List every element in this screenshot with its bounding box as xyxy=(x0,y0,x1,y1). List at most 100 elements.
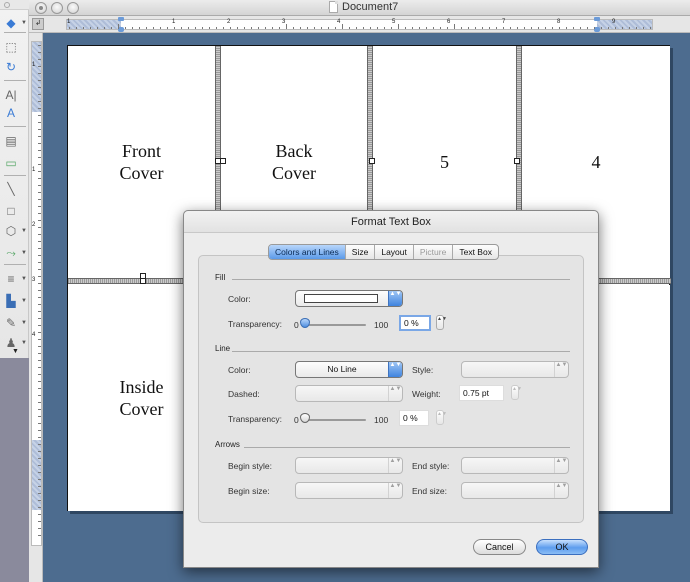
ruler-tick xyxy=(615,27,616,29)
ruler-tick xyxy=(181,27,182,29)
ruler-tick xyxy=(38,262,41,263)
fill-section-label: Fill xyxy=(215,273,226,282)
popup-arrows-icon: ▲▼ xyxy=(554,458,568,473)
tab-colors-and-lines[interactable]: Colors and Lines xyxy=(269,245,346,259)
ruler-number: 6 xyxy=(447,19,451,25)
ruler-tick xyxy=(328,27,329,29)
ruler-number: 2 xyxy=(227,19,231,25)
tab-layout[interactable]: Layout xyxy=(375,245,414,259)
ruler-tick xyxy=(38,255,41,256)
ruler-tick xyxy=(342,24,343,29)
ruler-tick xyxy=(412,27,413,29)
tool-insert-image-button[interactable]: ▭ xyxy=(3,154,27,172)
line-weight-field[interactable]: 0.75 pt xyxy=(459,385,504,401)
selection-handle[interactable] xyxy=(140,278,146,284)
arrows-section-label: Arrows xyxy=(215,440,240,449)
toolbox-titlebar[interactable] xyxy=(0,0,29,10)
dropdown-arrow-icon[interactable]: ▼ xyxy=(21,276,27,282)
selection-handle[interactable] xyxy=(514,158,520,164)
tab-size[interactable]: Size xyxy=(346,245,376,259)
line-weight-stepper: ▲▼ xyxy=(511,385,522,400)
dropdown-arrow-icon[interactable]: ▼ xyxy=(21,228,27,234)
vertical-ruler[interactable]: 1 1 2 3 4 xyxy=(31,41,42,546)
dropdown-arrow-icon[interactable]: ▼ xyxy=(21,250,27,256)
tool-wordart-button[interactable]: A xyxy=(3,104,27,122)
tool-rotate-button[interactable]: ↻ xyxy=(3,58,27,76)
begin-size-label: Begin size: xyxy=(228,486,270,496)
fill-transparency-slider[interactable] xyxy=(304,324,366,326)
ruler-tick xyxy=(202,27,203,29)
toolbox-separator xyxy=(4,32,26,33)
ruler-tick xyxy=(230,27,231,29)
tool-line-color-button[interactable]: ✎ ▼ xyxy=(3,314,27,332)
ruler-tick xyxy=(38,178,41,179)
ruler-tick xyxy=(38,115,41,116)
line-style-popup: ▲▼ xyxy=(461,361,569,378)
ruler-tick xyxy=(223,27,224,29)
fill-transparency-field[interactable]: 0 % xyxy=(399,315,431,331)
horizontal-ruler[interactable]: 1 1 2 3 4 5 6 7 8 9 xyxy=(66,17,653,32)
ruler-tick xyxy=(195,27,196,29)
ruler-tick xyxy=(38,234,41,235)
line-transparency-field[interactable]: 0 % xyxy=(399,410,429,426)
dropdown-arrow-icon[interactable]: ▼ xyxy=(21,320,27,326)
dropdown-arrow-icon[interactable]: ▼ xyxy=(21,20,27,26)
ruler-number: 1 xyxy=(67,19,71,25)
ruler-tick xyxy=(97,27,98,29)
toolbox-separator xyxy=(4,264,26,265)
tool-rectangle-button[interactable]: □ xyxy=(3,202,27,220)
selection-handle[interactable] xyxy=(220,158,226,164)
ruler-tick xyxy=(38,374,41,375)
cancel-button[interactable]: Cancel xyxy=(473,539,526,555)
toolbox-more-icon[interactable]: ▼ xyxy=(12,348,19,355)
ruler-tick xyxy=(118,24,119,29)
ruler-tick xyxy=(216,27,217,29)
tool-select-objects-button[interactable]: ⬚ xyxy=(3,38,27,56)
toolbox-close-button[interactable] xyxy=(4,2,10,8)
dropdown-arrow-icon[interactable]: ▼ xyxy=(21,298,27,304)
ruler-tick xyxy=(363,27,364,29)
tool-text-box-button[interactable]: A| xyxy=(3,86,27,104)
fill-color-popup[interactable]: ▲▼ xyxy=(295,290,403,307)
tool-connector-button[interactable]: ⤳ ▼ xyxy=(3,244,27,262)
ruler-number: 1 xyxy=(32,167,36,173)
ruler-tick xyxy=(38,227,41,228)
ok-button[interactable]: OK xyxy=(536,539,588,555)
ruler-tick xyxy=(167,27,168,29)
ruler-tick xyxy=(38,409,41,410)
close-window-button[interactable] xyxy=(35,2,47,14)
tool-shapes-button[interactable]: ⬡ ▼ xyxy=(3,222,27,240)
minimize-window-button[interactable] xyxy=(51,2,63,14)
toolbox-separator xyxy=(4,175,26,176)
select-objects-icon: ⬚ xyxy=(5,40,17,54)
right-indent-marker[interactable] xyxy=(594,17,600,32)
ruler-number: 4 xyxy=(337,19,341,25)
popup-arrows-icon: ▲▼ xyxy=(554,483,568,498)
ruler-number: 7 xyxy=(502,19,506,25)
ruler-tick xyxy=(38,535,41,536)
tool-insert-picture-button[interactable]: ▤ xyxy=(3,132,27,150)
tool-fill-color-button[interactable]: ▙ ▼ xyxy=(3,292,27,310)
ruler-tick xyxy=(38,199,41,200)
tool-line-style-button[interactable]: ≡ ▼ xyxy=(3,270,27,288)
fill-transparency-stepper[interactable]: ▲▼ xyxy=(436,315,447,330)
line-color-popup[interactable]: No Line ▲▼ xyxy=(295,361,403,378)
ruler-tick xyxy=(38,388,41,389)
fill-color-icon: ▙ xyxy=(6,294,16,308)
ruler-tick xyxy=(160,27,161,29)
ruler-tick xyxy=(461,27,462,29)
ruler-tab-selector[interactable]: ↲ xyxy=(32,18,44,30)
ruler-tick xyxy=(38,248,41,249)
line-transparency-slider[interactable] xyxy=(304,419,366,421)
dropdown-arrow-icon[interactable]: ▼ xyxy=(21,340,27,346)
ruler-tick xyxy=(391,27,392,29)
tool-line-button[interactable]: ╲ xyxy=(3,180,27,198)
zoom-window-button[interactable] xyxy=(67,2,79,14)
ruler-tick xyxy=(419,27,420,29)
ruler-tick xyxy=(38,444,41,445)
ruler-tick xyxy=(139,27,140,29)
tab-text-box[interactable]: Text Box xyxy=(453,245,498,259)
ruler-tick xyxy=(356,27,357,29)
selection-handle[interactable] xyxy=(369,158,375,164)
tool-object-palette-button[interactable]: ◆ ▼ xyxy=(3,14,27,32)
